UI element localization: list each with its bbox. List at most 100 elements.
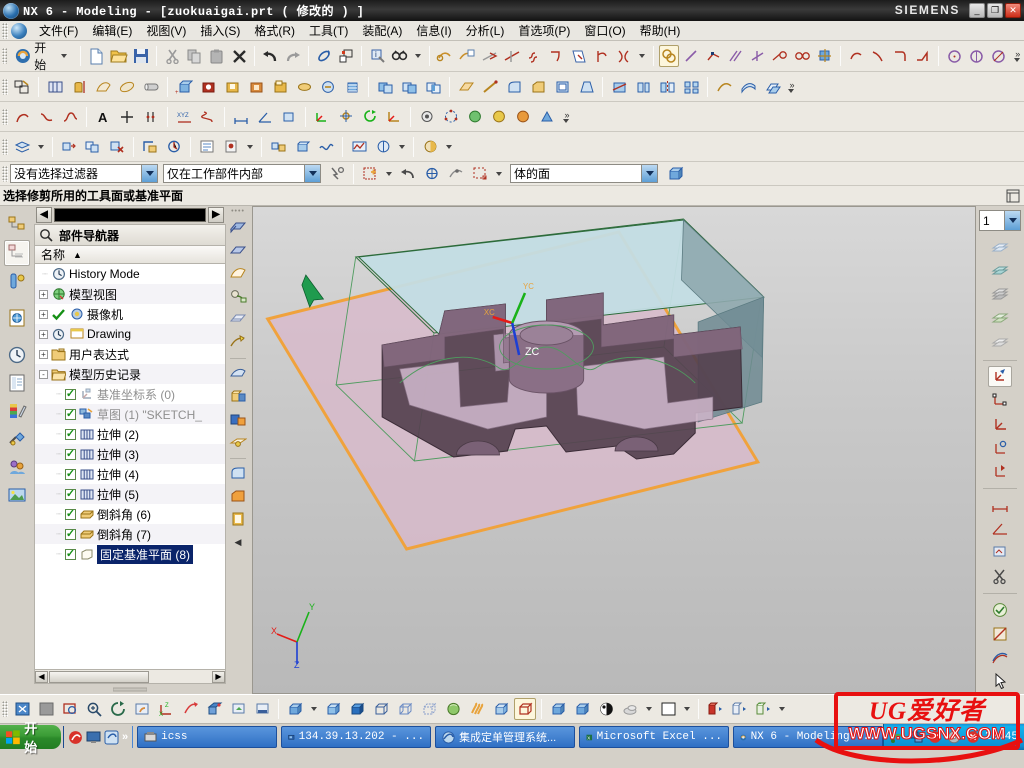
find-dropdown[interactable] xyxy=(412,45,424,67)
chevron-down-icon[interactable] xyxy=(446,145,452,149)
open-file-button[interactable] xyxy=(109,45,129,67)
datum-csys-tool-button[interactable] xyxy=(383,106,405,128)
shell-rail-button[interactable] xyxy=(228,509,248,529)
tree-item-drawing[interactable]: + Drawing xyxy=(35,324,225,344)
true-shading-button[interactable] xyxy=(547,698,569,720)
tube-button[interactable] xyxy=(140,76,162,98)
network-icon[interactable] xyxy=(890,730,904,744)
boss-button[interactable] xyxy=(221,76,243,98)
analysis-dropdown[interactable] xyxy=(396,136,408,158)
sweep-rail-button[interactable] xyxy=(228,263,248,283)
menu-file[interactable]: 文件(F) xyxy=(32,20,85,41)
line-button[interactable] xyxy=(681,45,701,67)
edge-blend-rail-button[interactable] xyxy=(228,463,248,483)
chamfer-rail-button[interactable] xyxy=(228,486,248,506)
select-dropdown[interactable] xyxy=(383,163,395,185)
chevron-down-icon[interactable] xyxy=(61,54,67,58)
reposition-button[interactable] xyxy=(163,136,185,158)
toolbar-grip[interactable] xyxy=(2,139,8,155)
toolbar-grip[interactable] xyxy=(2,109,8,125)
navigator-tree[interactable]: ┈ History Mode + 模型视图 + 摄像机 xyxy=(34,264,226,670)
wave-link-button[interactable] xyxy=(315,136,337,158)
rotate-free-button[interactable] xyxy=(179,698,201,720)
layer-dropdown[interactable] xyxy=(35,136,47,158)
check-geometry-button[interactable] xyxy=(988,599,1012,621)
feature-checkbox[interactable] xyxy=(65,469,76,480)
tangent-line-button[interactable] xyxy=(770,45,790,67)
extrude-button[interactable] xyxy=(44,76,66,98)
chevron-down-icon[interactable] xyxy=(38,145,44,149)
undo-select-button[interactable] xyxy=(397,163,419,185)
feature-checkbox[interactable] xyxy=(65,509,76,520)
unite-button[interactable] xyxy=(374,76,396,98)
chevron-down-icon[interactable] xyxy=(304,165,320,182)
expander-icon[interactable]: + xyxy=(39,330,48,339)
mass-properties-button[interactable] xyxy=(372,136,394,158)
edit-section-button[interactable] xyxy=(752,698,774,720)
subtract-button[interactable] xyxy=(398,76,420,98)
chevron-down-icon[interactable] xyxy=(684,707,690,711)
expander-icon[interactable]: + xyxy=(39,350,48,359)
lighting-button[interactable] xyxy=(595,698,617,720)
pan-button[interactable] xyxy=(131,698,153,720)
pad-button[interactable] xyxy=(269,76,291,98)
revolve-button[interactable] xyxy=(68,76,90,98)
antivirus-icon[interactable] xyxy=(928,730,942,744)
analysis-button[interactable] xyxy=(348,136,370,158)
measure-distance-vbutton[interactable] xyxy=(988,494,1012,516)
wcs-display-button[interactable] xyxy=(988,413,1012,435)
menu-analysis[interactable]: 分析(L) xyxy=(459,20,512,41)
curve-dropdown[interactable] xyxy=(636,45,648,67)
orient-view-button[interactable]: ZX xyxy=(155,698,177,720)
save-button[interactable] xyxy=(131,45,151,67)
feature-checkbox[interactable] xyxy=(65,529,76,540)
resource-system-scene[interactable] xyxy=(4,454,30,480)
nav-prev-button[interactable]: ◀ xyxy=(36,207,52,223)
chevron-down-icon[interactable] xyxy=(1004,211,1020,230)
unite-rail-button[interactable] xyxy=(228,386,248,406)
tree-item-fixed-datum-plane[interactable]: ┈ 固定基准平面 (8) xyxy=(35,544,225,564)
toolbar-overflow[interactable]: » xyxy=(560,106,572,128)
chevron-down-icon[interactable] xyxy=(386,172,392,176)
yellow-sphere-button[interactable] xyxy=(488,106,510,128)
intersect-button[interactable] xyxy=(422,76,444,98)
restore-view-button[interactable] xyxy=(227,698,249,720)
extrude-rail-button[interactable] xyxy=(228,217,248,237)
work-layer-combo[interactable]: 1 xyxy=(979,210,1021,231)
chevron-down-icon[interactable] xyxy=(563,119,569,123)
move-to-layer-button[interactable] xyxy=(988,308,1012,330)
snap-point-button[interactable] xyxy=(421,163,443,185)
tree-item-chamfer-6[interactable]: ┈ 倒斜角 (6) xyxy=(35,504,225,524)
slot-button[interactable] xyxy=(293,76,315,98)
resource-history[interactable] xyxy=(4,342,30,368)
link-button[interactable] xyxy=(314,45,334,67)
point-set-button[interactable] xyxy=(140,106,162,128)
new-file-button[interactable] xyxy=(86,45,106,67)
thicken-button[interactable] xyxy=(737,76,759,98)
chevron-down-icon[interactable] xyxy=(788,89,794,93)
wcs-orient-button[interactable] xyxy=(988,461,1012,483)
menu-grip[interactable] xyxy=(2,23,8,39)
move-object-button[interactable] xyxy=(58,136,80,158)
taskbar-item-nx[interactable]: NX 6 - Modeling ... xyxy=(733,726,883,748)
split-body-button[interactable] xyxy=(632,76,654,98)
intersection-curve-button[interactable] xyxy=(613,45,633,67)
rail-grip[interactable]: •••• xyxy=(231,209,245,215)
quick-launch-overflow[interactable]: » xyxy=(122,731,128,743)
display-icon[interactable] xyxy=(909,730,923,744)
expression-button[interactable] xyxy=(196,136,218,158)
measure-distance-button[interactable] xyxy=(230,106,252,128)
render-button[interactable] xyxy=(419,136,441,158)
find-button[interactable] xyxy=(390,45,410,67)
toolbar-overflow[interactable]: » xyxy=(785,76,797,98)
feature-checkbox[interactable] xyxy=(65,449,76,460)
tree-item-user-expressions[interactable]: + 用户表达式 xyxy=(35,344,225,364)
chevron-down-icon[interactable] xyxy=(641,165,657,182)
disc-icon[interactable] xyxy=(947,730,961,744)
hidden-wireframe-button[interactable] xyxy=(418,698,440,720)
expander-icon[interactable]: - xyxy=(39,370,48,379)
helix-button[interactable] xyxy=(197,106,219,128)
arc-button[interactable] xyxy=(846,45,866,67)
chamfer-curve-button[interactable] xyxy=(913,45,933,67)
browser-icon[interactable] xyxy=(68,730,83,745)
